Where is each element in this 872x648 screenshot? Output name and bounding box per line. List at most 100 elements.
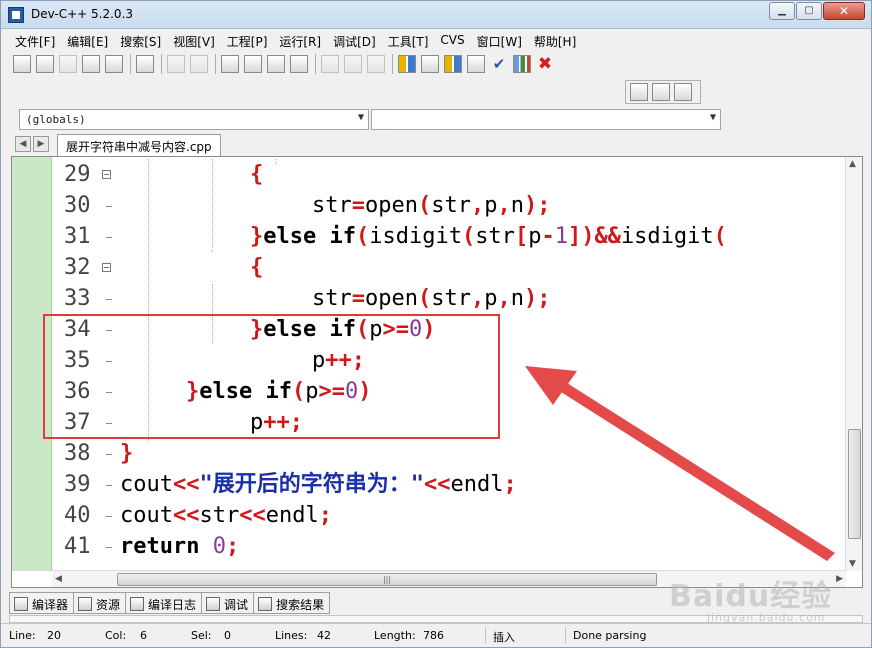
code-token: ; [225,534,240,559]
code-token: str [475,224,515,249]
code-token: = [351,193,365,218]
code-token: isdigit [369,224,462,249]
line-number: 31 [64,224,91,249]
compiler-icon [14,597,28,611]
code-line[interactable]: } [120,438,840,469]
code-token: ( [461,224,476,249]
status-separator [565,627,566,644]
vertical-scrollbar[interactable]: ▲ ▼ [845,157,862,571]
code-line[interactable]: { [250,159,846,190]
replace-icon[interactable] [244,55,262,73]
menu-view[interactable]: 视图[V] [167,30,221,50]
member-combo[interactable]: ▼ [371,109,721,130]
scroll-left-icon[interactable]: ◀ [55,574,62,584]
fold-toggle-icon[interactable]: − [102,263,111,272]
annotation-highlight-box [43,314,500,439]
compile-run-icon[interactable] [444,55,462,73]
check-syntax-icon[interactable]: ✔ [490,55,508,73]
window-title: Dev-C++ 5.2.0.3 [31,7,134,21]
rebuild-icon[interactable] [467,55,485,73]
tab-source-file[interactable]: 展开字符串中减号内容.cpp [57,134,221,156]
profile-icon[interactable] [513,55,531,73]
tab-compiler[interactable]: 编译器 [9,592,74,614]
tab-scroll-right-icon[interactable]: ▶ [33,136,49,152]
menu-debug[interactable]: 调试[D] [327,30,382,50]
add-to-project-icon[interactable] [321,55,339,73]
code-token: ) [523,193,538,218]
status-col-value: 6 [140,629,147,642]
menu-project[interactable]: 工程[P] [221,30,274,50]
save-all-icon[interactable] [82,55,100,73]
menu-run[interactable]: 运行[R] [273,30,327,50]
menu-cvs[interactable]: CVS [434,30,470,50]
code-line[interactable]: cout<<str<<endl; [120,500,840,531]
status-sel-value: 0 [224,629,231,642]
code-token: open [365,193,418,218]
minimize-button[interactable]: ▁ [769,2,795,20]
scroll-up-icon[interactable]: ▲ [849,159,856,169]
stop-icon[interactable]: ✖ [536,55,554,73]
fold-line-tick [106,516,112,517]
menu-window[interactable]: 窗口[W] [471,30,528,50]
title-bar[interactable]: Dev-C++ 5.2.0.3 ▁ ▢ ✕ [1,1,871,29]
find-icon[interactable] [221,55,239,73]
code-token: str [312,193,352,218]
fold-line-tick [106,299,112,300]
code-token: ; [537,286,551,311]
compile-icon[interactable] [398,55,416,73]
code-line[interactable]: return 0; [120,531,840,562]
save-icon[interactable] [59,55,77,73]
status-length-value: 786 [423,629,444,642]
indent-guide [212,159,213,252]
horizontal-scroll-thumb[interactable]: ||| [117,573,657,586]
goto-line-icon[interactable] [290,55,308,73]
close-button[interactable]: ✕ [823,2,865,20]
tab-search-results[interactable]: 搜索结果 [253,592,331,614]
scroll-down-icon[interactable]: ▼ [849,559,856,569]
toolbar-separator [130,54,131,74]
class-combo-value: (globals) [26,113,86,126]
code-token: ( [355,224,370,249]
code-token: endl [450,472,504,497]
class-combo[interactable]: (globals) ▼ [19,109,369,130]
tab-resources[interactable]: 资源 [73,592,126,614]
find-next-icon[interactable] [267,55,285,73]
tab-scroll-left-icon[interactable]: ◀ [15,136,31,152]
code-line[interactable]: cout<<"展开后的字符串为："<<endl; [120,469,840,500]
tab-compile-log[interactable]: 编译日志 [125,592,202,614]
code-line[interactable]: }else if(isdigit(str[p-1])&&isdigit( [250,221,846,252]
code-token: , [470,286,485,311]
remove-from-project-icon[interactable] [344,55,362,73]
code-line[interactable]: str=open(str,p,n); [312,283,846,314]
run-icon[interactable] [421,55,439,73]
code-token: } [120,441,134,466]
watermark-url: jingyan.baidu.com [707,611,826,624]
goto-bookmark-icon[interactable] [674,83,692,101]
project-options-icon[interactable] [367,55,385,73]
print-icon[interactable] [136,55,154,73]
open-file-icon[interactable] [36,55,54,73]
insert-icon[interactable] [630,83,648,101]
undo-icon[interactable] [167,55,185,73]
new-file-icon[interactable] [13,55,31,73]
menu-search[interactable]: 搜索[S] [114,30,167,50]
fold-toggle-icon[interactable]: − [102,170,111,179]
redo-icon[interactable] [190,55,208,73]
debug-icon [206,597,221,611]
window-controls: ▁ ▢ ✕ [768,2,865,20]
maximize-button[interactable]: ▢ [796,2,822,20]
menu-edit[interactable]: 编辑[E] [61,30,114,50]
menu-help[interactable]: 帮助[H] [528,30,582,50]
vertical-scroll-thumb[interactable] [848,429,861,539]
code-line[interactable]: str=open(str,p,n); [312,190,846,221]
line-number: 33 [64,286,91,311]
close-file-icon[interactable] [105,55,123,73]
tab-debug[interactable]: 调试 [201,592,254,614]
toggle-bookmark-icon[interactable] [652,83,670,101]
code-line[interactable]: { [250,252,846,283]
code-token: "展开后的字符串为：" [199,472,424,497]
menu-tools[interactable]: 工具[T] [382,30,435,50]
menu-file[interactable]: 文件[F] [9,30,61,50]
dropdown-arrow-icon: ▼ [709,112,716,123]
